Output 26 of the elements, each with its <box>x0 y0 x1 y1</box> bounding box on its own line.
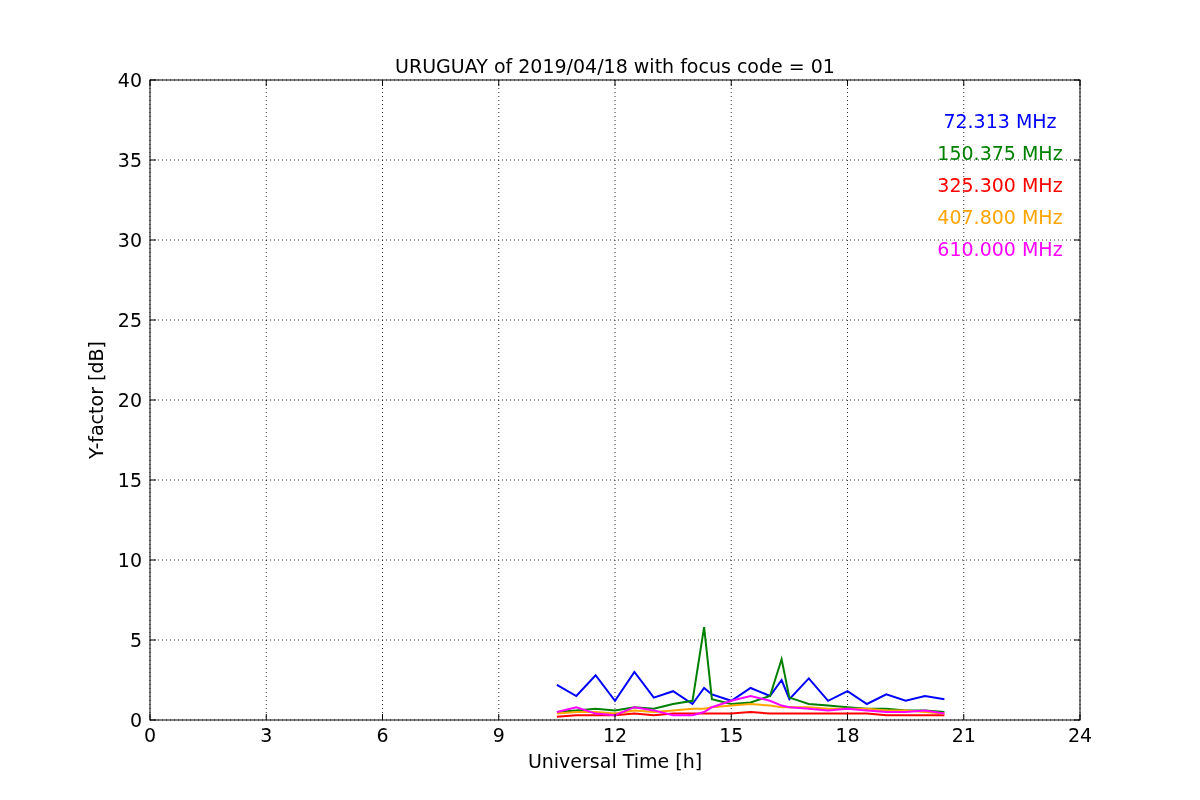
tick-label: 25 <box>117 309 142 331</box>
legend-label: 407.800 MHz <box>937 206 1063 228</box>
tick-label: 15 <box>719 724 744 746</box>
tick-label: 0 <box>129 709 142 731</box>
legend-label: 325.300 MHz <box>937 174 1063 196</box>
legend-label: 72.313 MHz <box>943 110 1057 132</box>
legend-label: 150.375 MHz <box>937 142 1063 164</box>
axis-label: Y-factor [dB] <box>85 341 107 459</box>
tick-label: 15 <box>117 469 142 491</box>
axis-label: Universal Time [h] <box>527 750 703 772</box>
tick-label: 21 <box>951 724 976 746</box>
tick-label: 20 <box>117 389 142 411</box>
tick-label: 12 <box>602 724 628 746</box>
tick-label: 24 <box>1067 724 1093 746</box>
chart-title: URUGUAY of 2019/04/18 with focus code = 01 <box>395 55 835 77</box>
tick-label: 18 <box>835 724 860 746</box>
tick-label: 10 <box>117 549 142 571</box>
tick-label: 5 <box>129 629 142 651</box>
tick-label: 0 <box>143 724 157 746</box>
legend-label: 610.000 MHz <box>937 238 1063 260</box>
tick-label: 9 <box>492 724 505 746</box>
tick-label: 3 <box>260 724 273 746</box>
tick-label: 40 <box>117 69 142 91</box>
tick-label: 30 <box>117 229 142 251</box>
tick-label: 35 <box>117 149 142 171</box>
tick-label: 6 <box>376 724 389 746</box>
